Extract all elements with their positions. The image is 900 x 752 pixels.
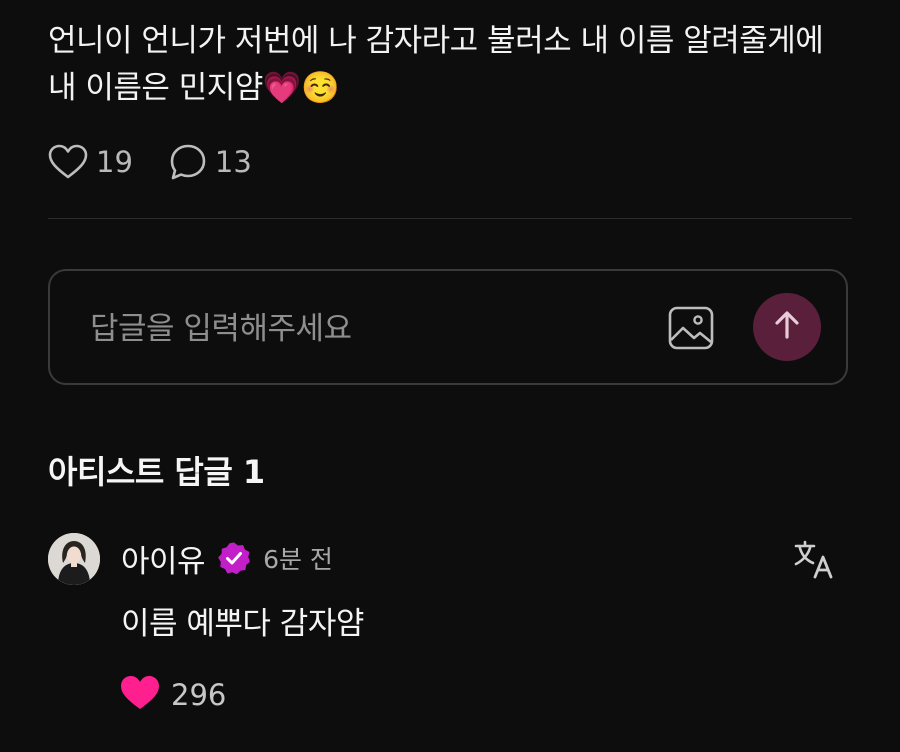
comment-body: 이름 예뿌다 감자얌 (121, 606, 364, 642)
comment-timestamp: 6분 전 (263, 545, 333, 574)
post-body-text: 언니이 언니가 저번에 나 감자라고 불러소 내 이름 알려줄게에 내 이름은 … (48, 23, 833, 106)
arrow-up-icon (773, 310, 801, 344)
comment-button[interactable]: 13 (169, 143, 252, 181)
divider (48, 218, 852, 219)
translate-icon (793, 540, 835, 584)
comment-author[interactable]: 아이유 (121, 536, 206, 581)
like-button[interactable]: 19 (48, 144, 133, 180)
comment-like-button[interactable]: 296 (119, 674, 226, 716)
reply-input[interactable] (88, 304, 652, 354)
reply-composer (48, 269, 848, 385)
comment-header: 아이유 6분 전 (121, 536, 333, 580)
comment-count: 13 (214, 145, 252, 179)
speech-bubble-icon (169, 143, 207, 181)
heart-outline-icon (48, 144, 88, 180)
heart-filled-icon (119, 674, 161, 716)
post-detail-page: 언니이 언니가 저번에 나 감자라고 불러소 내 이름 알려줄게에 내 이름은 … (0, 0, 900, 752)
artist-replies-title: 아티스트 답글 1 (48, 453, 265, 491)
post-actions-bar: 19 13 (48, 140, 288, 184)
image-icon (667, 306, 715, 355)
like-count: 19 (96, 145, 133, 179)
attach-image-button[interactable] (667, 305, 715, 351)
send-button[interactable] (753, 293, 821, 361)
verified-badge-icon (217, 541, 251, 575)
comment-like-count: 296 (171, 678, 227, 712)
avatar[interactable] (48, 533, 100, 585)
translate-button[interactable] (793, 538, 835, 580)
